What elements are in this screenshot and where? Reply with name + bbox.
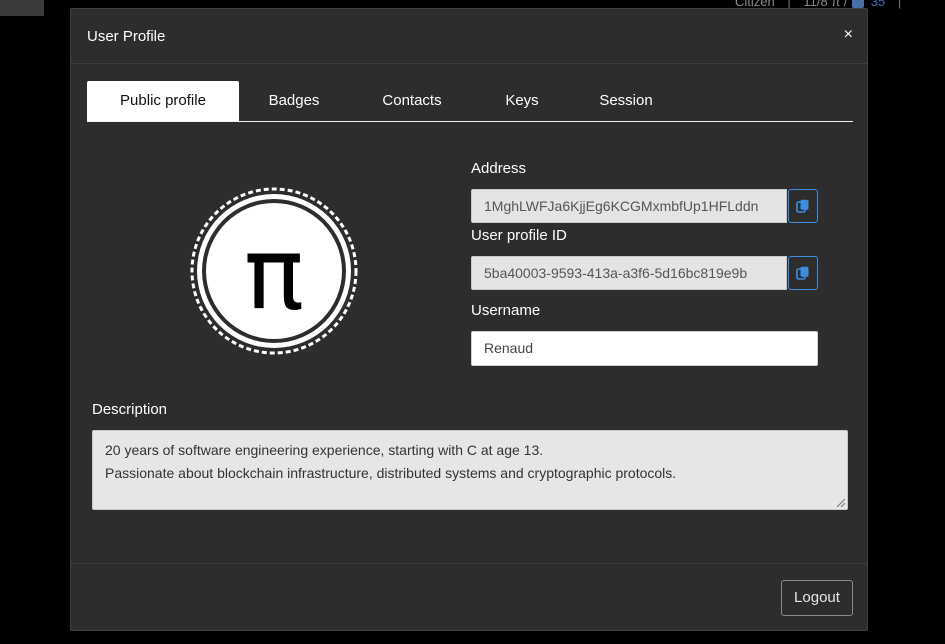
- copy-address-button[interactable]: [788, 189, 818, 223]
- background-tab[interactable]: onaco: [0, 0, 44, 16]
- tab-public-profile[interactable]: Public profile: [87, 81, 239, 121]
- tab-badges[interactable]: Badges: [239, 81, 349, 121]
- profile-id-field[interactable]: 5ba40003-9593-413a-a3f6-5d16bc819e9b: [471, 256, 787, 290]
- tab-contacts[interactable]: Contacts: [349, 81, 475, 121]
- description-line-1: 20 years of software engineering experie…: [105, 442, 544, 458]
- tab-session[interactable]: Session: [569, 81, 683, 121]
- profile-tabs: Public profile Badges Contacts Keys Sess…: [87, 81, 853, 122]
- username-label: Username: [471, 302, 541, 319]
- modal-footer-divider: [71, 563, 867, 564]
- avatar-glyph: π: [244, 215, 304, 332]
- description-label: Description: [92, 401, 168, 418]
- resize-handle-icon[interactable]: [837, 499, 845, 507]
- balance-value[interactable]: 35: [871, 0, 885, 9]
- copy-profile-id-button[interactable]: [788, 256, 818, 290]
- copy-icon: [796, 199, 809, 213]
- modal-header: User Profile ×: [71, 9, 867, 64]
- pi-avatar-icon: π: [190, 187, 358, 355]
- description-textarea[interactable]: 20 years of software engineering experie…: [92, 430, 848, 510]
- modal-title: User Profile: [87, 28, 166, 45]
- coin-icon: [852, 0, 865, 8]
- logout-button[interactable]: Logout: [781, 580, 853, 616]
- profile-avatar: π: [188, 185, 360, 357]
- address-label: Address: [471, 160, 527, 177]
- profile-id-label: User profile ID: [471, 227, 567, 244]
- address-field[interactable]: 1MghLWFJa6KjjEg6KCGMxmbfUp1HFLddn: [471, 189, 787, 223]
- tab-keys[interactable]: Keys: [475, 81, 569, 121]
- copy-icon: [796, 266, 809, 280]
- description-line-2: Passionate about blockchain infrastructu…: [105, 465, 677, 481]
- user-profile-modal: User Profile × Public profile Badges Con…: [70, 8, 868, 631]
- username-input[interactable]: Renaud: [471, 331, 818, 366]
- close-icon[interactable]: ×: [844, 26, 853, 44]
